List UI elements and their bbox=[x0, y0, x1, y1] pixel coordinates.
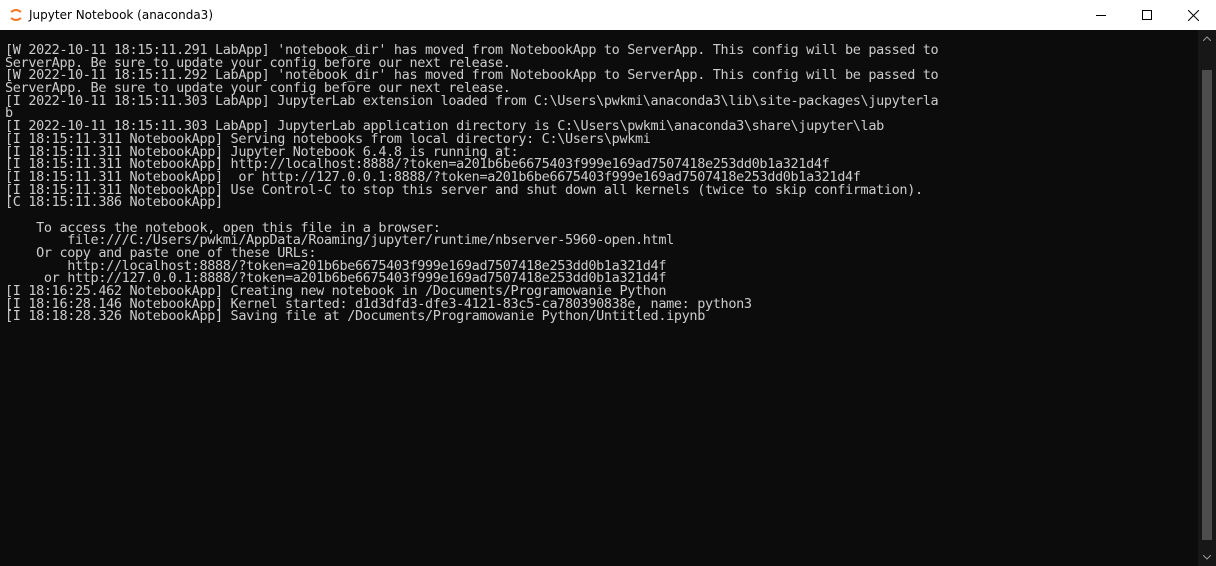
scroll-down-arrow-icon[interactable] bbox=[1198, 549, 1216, 566]
window-controls bbox=[1078, 0, 1216, 30]
minimize-icon bbox=[1096, 15, 1106, 16]
title-bar[interactable]: Jupyter Notebook (anaconda3) bbox=[0, 0, 1216, 30]
close-button[interactable] bbox=[1170, 0, 1216, 30]
console-line: [I 2022-10-11 18:15:11.303 LabApp] Jupyt… bbox=[5, 92, 939, 109]
console-output[interactable]: [W 2022-10-11 18:15:11.291 LabApp] 'note… bbox=[0, 30, 1198, 566]
minimize-button[interactable] bbox=[1078, 0, 1124, 30]
close-icon bbox=[1187, 9, 1199, 21]
maximize-button[interactable] bbox=[1124, 0, 1170, 30]
vertical-scrollbar[interactable] bbox=[1198, 30, 1216, 566]
maximize-icon bbox=[1142, 10, 1152, 20]
console-window: Jupyter Notebook (anaconda3) [W 2022-10-… bbox=[0, 0, 1216, 566]
jupyter-icon bbox=[8, 7, 24, 23]
scroll-up-arrow-icon[interactable] bbox=[1198, 30, 1216, 47]
console-line: [C 18:15:11.386 NotebookApp] bbox=[5, 194, 223, 211]
scrollbar-thumb[interactable] bbox=[1202, 70, 1212, 540]
console-line: [I 18:18:28.326 NotebookApp] Saving file… bbox=[5, 308, 705, 325]
window-title: Jupyter Notebook (anaconda3) bbox=[29, 8, 213, 22]
